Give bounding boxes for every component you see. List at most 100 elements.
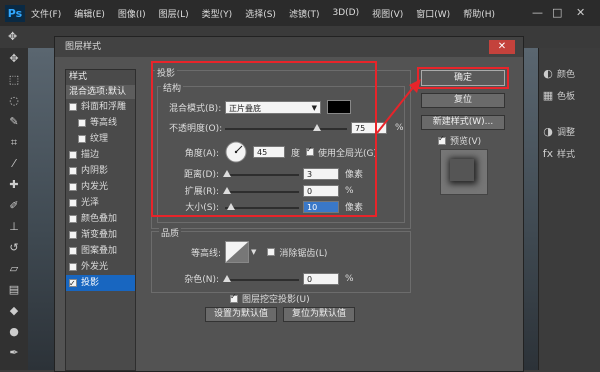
style-checkbox[interactable]	[78, 135, 86, 143]
panel-styles-label: 样式	[557, 149, 576, 160]
knockout-checkbox[interactable]	[230, 292, 238, 303]
menu-view[interactable]: 视图(V)	[372, 7, 403, 20]
style-item[interactable]: 等高线	[66, 115, 135, 131]
layer-style-dialog: 图层样式 ✕ 样式 混合选项:默认 斜面和浮雕等高线纹理描边内阴影内发光光泽颜色…	[54, 36, 524, 372]
style-item[interactable]: 外发光	[66, 259, 135, 275]
adjust-icon: ◑	[543, 124, 553, 138]
style-item[interactable]: 内发光	[66, 179, 135, 195]
eraser-icon[interactable]: ▱	[0, 258, 28, 279]
panel-color[interactable]: ◐ 颜色	[539, 62, 600, 84]
marquee-icon[interactable]: ⬚	[0, 69, 28, 90]
style-item-label: 纹理	[90, 134, 109, 144]
crop-icon[interactable]: ⌗	[0, 132, 28, 153]
style-item[interactable]: 投影	[66, 275, 135, 292]
style-checkbox[interactable]	[69, 103, 77, 111]
preview-checkbox[interactable]	[438, 134, 446, 145]
dialog-title: 图层样式	[65, 42, 102, 52]
reset-default-button[interactable]: 复位为默认值	[283, 307, 355, 322]
dialog-titlebar[interactable]: 图层样式 ✕	[55, 37, 523, 57]
style-item-label: 等高线	[90, 118, 118, 128]
style-item-label: 渐变叠加	[81, 230, 118, 240]
history-brush-icon[interactable]: ↺	[0, 237, 28, 258]
menu-edit[interactable]: 编辑(E)	[74, 7, 105, 20]
right-panel: ◐ 颜色 ▦ 色板 ◑ 调整 fx 样式	[538, 48, 600, 370]
palette-icon: ◐	[543, 66, 553, 80]
panel-color-label: 颜色	[557, 69, 576, 80]
style-checkbox[interactable]	[69, 263, 77, 271]
style-checkbox[interactable]	[69, 167, 77, 175]
style-checkbox[interactable]	[69, 151, 77, 159]
menu-select[interactable]: 选择(S)	[245, 7, 276, 20]
close-icon[interactable]: ✕	[576, 6, 585, 19]
menu-layer[interactable]: 图层(L)	[159, 7, 189, 20]
menu-file[interactable]: 文件(F)	[31, 7, 61, 20]
menu-3d[interactable]: 3D(D)	[332, 8, 359, 18]
quick-select-icon[interactable]: ✎	[0, 111, 28, 132]
style-item[interactable]: 光泽	[66, 195, 135, 211]
style-item-label: 内阴影	[81, 166, 109, 176]
contour-label: 等高线:	[190, 248, 221, 259]
style-checkbox[interactable]	[69, 247, 77, 255]
preview-shape	[450, 159, 474, 181]
make-default-button[interactable]: 设置为默认值	[205, 307, 277, 322]
style-item-label: 内发光	[81, 182, 109, 192]
quality-title: 品质	[159, 226, 182, 239]
highlight-box-ok	[417, 67, 509, 89]
menu-bar: Ps 文件(F) 编辑(E) 图像(I) 图层(L) 类型(Y) 选择(S) 滤…	[0, 0, 600, 26]
menu-image[interactable]: 图像(I)	[118, 7, 146, 20]
style-checkbox[interactable]	[69, 199, 77, 207]
style-item[interactable]: 纹理	[66, 131, 135, 147]
style-item-label: 颜色叠加	[81, 214, 118, 224]
dodge-icon[interactable]: ●	[0, 321, 28, 342]
style-checkbox[interactable]	[69, 231, 77, 239]
style-item[interactable]: 颜色叠加	[66, 211, 135, 227]
style-checkbox[interactable]	[78, 119, 86, 127]
knockout-row: 图层挖空投影(U)	[227, 292, 310, 305]
style-item[interactable]: 渐变叠加	[66, 227, 135, 243]
antialias-label[interactable]: 消除锯齿(L)	[279, 246, 327, 259]
blending-options-default[interactable]: 混合选项:默认	[66, 85, 135, 99]
contour-dropdown-icon[interactable]: ▼	[251, 248, 256, 256]
style-item[interactable]: 斜面和浮雕	[66, 99, 135, 115]
annotation-arrow-icon	[376, 79, 421, 134]
style-checkbox[interactable]	[69, 276, 77, 292]
noise-slider[interactable]	[223, 274, 303, 284]
panel-adjustments[interactable]: ◑ 调整	[539, 120, 600, 142]
preview-label[interactable]: 预览(V)	[450, 134, 481, 147]
noise-row: 杂色(N): 0 %	[169, 272, 354, 285]
dialog-close-button[interactable]: ✕	[489, 40, 515, 54]
menu-window[interactable]: 窗口(W)	[416, 7, 450, 20]
panel-adjustments-label: 调整	[557, 127, 576, 138]
maximize-icon[interactable]: □	[552, 6, 562, 19]
brush-icon[interactable]: ✐	[0, 195, 28, 216]
style-checkbox[interactable]	[69, 183, 77, 191]
lasso-icon[interactable]: ◌	[0, 90, 28, 111]
styles-header[interactable]: 样式	[66, 70, 135, 85]
move-tool-icon[interactable]: ✥	[8, 30, 17, 43]
menu-help[interactable]: 帮助(H)	[463, 7, 495, 20]
noise-input[interactable]: 0	[303, 272, 339, 285]
stamp-icon[interactable]: ⊥	[0, 216, 28, 237]
menu-filter[interactable]: 滤镜(T)	[289, 7, 320, 20]
preview-row: 预览(V)	[435, 134, 481, 147]
style-item-label: 光泽	[81, 198, 100, 208]
move-icon[interactable]: ✥	[0, 48, 28, 69]
panel-swatches[interactable]: ▦ 色板	[539, 84, 600, 106]
contour-preview-icon[interactable]	[225, 241, 249, 263]
reset-button[interactable]: 复位	[421, 93, 505, 108]
knockout-label[interactable]: 图层挖空投影(U)	[242, 292, 310, 305]
style-checkbox[interactable]	[69, 215, 77, 223]
style-item[interactable]: 图案叠加	[66, 243, 135, 259]
style-item[interactable]: 内阴影	[66, 163, 135, 179]
eyedropper-icon[interactable]: ⁄	[0, 153, 28, 174]
pen-icon[interactable]: ✒	[0, 342, 28, 363]
blur-icon[interactable]: ◆	[0, 300, 28, 321]
menu-type[interactable]: 类型(Y)	[202, 7, 233, 20]
new-style-button[interactable]: 新建样式(W)...	[421, 115, 505, 130]
healing-icon[interactable]: ✚	[0, 174, 28, 195]
minimize-icon[interactable]: —	[532, 6, 543, 19]
style-item[interactable]: 描边	[66, 147, 135, 163]
antialias-checkbox[interactable]	[267, 248, 276, 256]
panel-styles[interactable]: fx 样式	[539, 142, 600, 164]
gradient-icon[interactable]: ▤	[0, 279, 28, 300]
